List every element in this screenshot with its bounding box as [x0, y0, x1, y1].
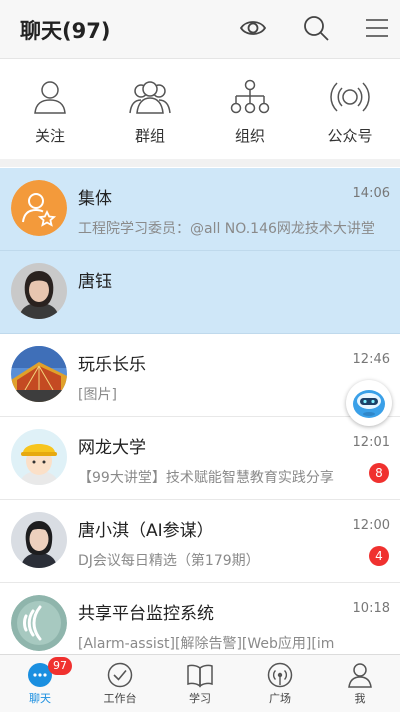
avatar	[11, 429, 67, 485]
quick-actions: 关注 群组 组织 公众号	[0, 59, 400, 167]
person-icon	[34, 81, 66, 114]
chat-row-tangyu[interactable]: 唐钰	[0, 251, 400, 334]
chat-name: 集体	[78, 189, 112, 209]
organization-label: 组织	[234, 127, 265, 145]
groups-entry[interactable]: 群组	[100, 79, 200, 146]
group-avatar	[11, 180, 67, 236]
tab-workbench[interactable]: 工作台	[80, 655, 160, 712]
chat-name: 网龙大学	[78, 438, 146, 458]
chat-row-monitoring-system[interactable]: 共享平台监控系统 10:18 [Alarm-assist][解除告警][Web应…	[0, 583, 400, 654]
avatar	[11, 512, 67, 568]
chat-row-netdragon-university[interactable]: 网龙大学 12:01 【99大讲堂】技术赋能智慧教育实践分享 8	[0, 417, 400, 500]
avatar	[11, 595, 67, 651]
broadcast-icon	[330, 82, 370, 112]
chat-preview: 【99大讲堂】技术赋能智慧教育实践分享	[78, 470, 334, 486]
tab-study-label: 学习	[189, 692, 211, 705]
chat-time: 10:18	[352, 601, 390, 616]
group-icon	[129, 81, 171, 114]
tab-unread-badge: 97	[48, 657, 72, 675]
unread-badge: 4	[369, 546, 389, 566]
tab-study[interactable]: 学习	[160, 655, 240, 712]
page-title: 聊天(97)	[20, 19, 111, 43]
tab-chat-label: 聊天	[29, 692, 51, 705]
robot-icon	[353, 390, 385, 418]
chat-name: 唐小淇（AI参谋）	[78, 521, 214, 541]
chat-preview: DJ会议每日精选（第179期）	[78, 553, 260, 569]
tab-me[interactable]: 我	[320, 655, 400, 712]
menu-icon[interactable]	[363, 14, 391, 42]
chat-preview: 工程院学习委员：@all NO.146网龙技术大讲堂	[78, 221, 375, 237]
assistant-robot-button[interactable]	[346, 380, 392, 426]
tab-me-label: 我	[354, 692, 366, 705]
org-chart-icon	[230, 79, 270, 114]
chat-time: 12:00	[352, 518, 390, 533]
tab-square-label: 广场	[269, 692, 291, 705]
top-bar: 聊天(97)	[0, 0, 400, 59]
tab-chat[interactable]: 聊天 97	[0, 655, 80, 712]
follow-label: 关注	[34, 127, 65, 145]
official-accounts-entry[interactable]: 公众号	[300, 79, 400, 146]
follow-entry[interactable]: 关注	[0, 79, 100, 146]
chat-row-wanlechangle[interactable]: 玩乐长乐 12:46 [图片]	[0, 334, 400, 417]
tab-square[interactable]: 广场	[240, 655, 320, 712]
groups-label: 群组	[134, 127, 165, 145]
person-icon	[348, 663, 372, 688]
broadcast-tower-icon	[267, 662, 293, 688]
tab-workbench-label: 工作台	[103, 692, 137, 705]
avatar	[11, 346, 67, 402]
avatar	[11, 263, 67, 319]
chat-name: 唐钰	[78, 272, 112, 292]
checkmark-circle-icon	[107, 662, 133, 688]
organization-entry[interactable]: 组织	[200, 79, 300, 146]
search-icon[interactable]	[302, 14, 330, 42]
eye-icon[interactable]	[239, 14, 267, 42]
unread-badge: 8	[369, 463, 389, 483]
chat-time: 12:01	[352, 435, 390, 450]
chat-name: 玩乐长乐	[78, 355, 146, 375]
chat-list: 集体 14:06 工程院学习委员：@all NO.146网龙技术大讲堂 唐钰 玩…	[0, 168, 400, 654]
chat-preview: [Alarm-assist][解除告警][Web应用][im	[78, 636, 335, 652]
chat-time: 12:46	[352, 352, 390, 367]
chat-time: 14:06	[352, 186, 390, 201]
official-accounts-label: 公众号	[327, 127, 373, 145]
chat-name: 共享平台监控系统	[78, 604, 214, 624]
chat-row-collective[interactable]: 集体 14:06 工程院学习委员：@all NO.146网龙技术大讲堂	[0, 168, 400, 251]
chat-preview: [图片]	[78, 387, 117, 403]
bottom-tab-bar: 聊天 97 工作台 学习 广场 我	[0, 654, 400, 712]
chat-row-tangxiaoqi[interactable]: 唐小淇（AI参谋） 12:00 DJ会议每日精选（第179期） 4	[0, 500, 400, 583]
open-book-icon	[187, 664, 213, 688]
